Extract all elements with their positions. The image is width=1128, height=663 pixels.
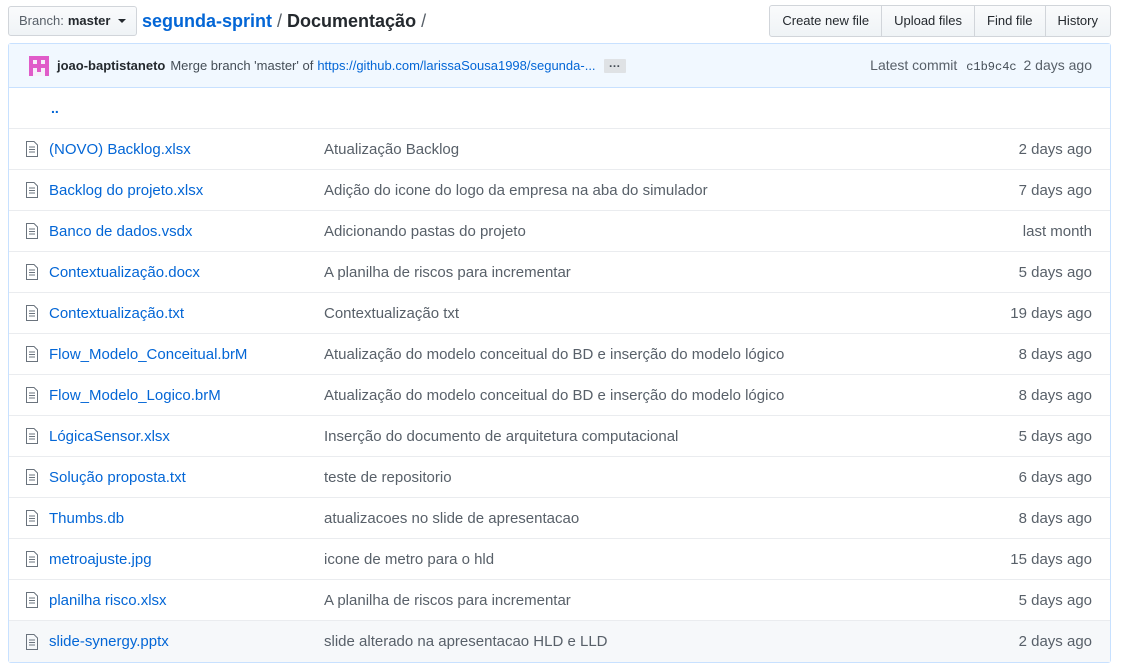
file-commit-age: last month	[1022, 222, 1092, 240]
file-row: LógicaSensor.xlsx Inserção do documento d…	[9, 416, 1110, 457]
file-name-link[interactable]: LógicaSensor.xlsx	[49, 428, 324, 445]
file-commit-age: 5 days ago	[1018, 427, 1092, 445]
commit-age: 2 days ago	[1023, 57, 1093, 73]
expand-commit-message-button[interactable]: …	[603, 57, 626, 73]
file-commit-age: 2 days ago	[1018, 633, 1092, 650]
file-icon	[26, 469, 40, 485]
file-commit-message-link[interactable]: icone de metro para o hld	[324, 551, 950, 568]
file-name-link[interactable]: Backlog do projeto.xlsx	[49, 182, 324, 199]
find-file-button[interactable]: Find file	[974, 5, 1046, 37]
file-commit-message-link[interactable]: slide alterado na apresentacao HLD e LLD	[324, 633, 950, 650]
file-row: planilha risco.xlsx A planilha de riscos …	[9, 580, 1110, 621]
file-commit-age: 5 days ago	[1018, 591, 1092, 609]
file-row: Contextualização.txt Contextualização txt…	[9, 293, 1110, 334]
breadcrumb-trailing-separator: /	[421, 11, 427, 31]
file-commit-age: 7 days ago	[1018, 181, 1092, 199]
file-name-link[interactable]: slide-synergy.pptx	[49, 633, 324, 650]
breadcrumb: segunda-sprint / Documentação /	[142, 9, 426, 33]
file-commit-age: 15 days ago	[1010, 550, 1092, 568]
parent-directory-row: ..	[9, 88, 1110, 129]
file-icon	[26, 387, 40, 403]
latest-commit-info: Latest commit c1b9c4c 2 days ago	[870, 57, 1092, 74]
file-name-link[interactable]: Flow_Modelo_Conceitual.brM	[49, 346, 324, 363]
file-icon	[26, 305, 40, 321]
file-commit-message-link[interactable]: Adição do icone do logo da empresa na ab…	[324, 182, 950, 199]
file-name-link[interactable]: Contextualização.txt	[49, 305, 324, 322]
file-commit-message-link[interactable]: A planilha de riscos para incrementar	[324, 264, 950, 281]
file-commit-age: 2 days ago	[1018, 140, 1092, 158]
file-name-link[interactable]: (NOVO) Backlog.xlsx	[49, 141, 324, 158]
file-icon	[26, 182, 40, 198]
caret-down-icon	[118, 19, 127, 23]
parent-directory-link[interactable]: ..	[51, 100, 59, 116]
commit-author-link[interactable]: joao-baptistaneto	[57, 58, 165, 73]
file-commit-message-link[interactable]: Atualização do modelo conceitual do BD e…	[324, 387, 950, 404]
file-commit-message-link[interactable]: A planilha de riscos para incrementar	[324, 592, 950, 609]
file-row: Flow_Modelo_Logico.brM Atualização do mod…	[9, 375, 1110, 416]
branch-name: master	[67, 13, 111, 28]
file-name-link[interactable]: Contextualização.docx	[49, 264, 324, 281]
file-row: Thumbs.db atualizacoes no slide de aprese…	[9, 498, 1110, 539]
file-commit-age: 5 days ago	[1018, 263, 1092, 281]
file-commit-message-link[interactable]: Adicionando pastas do projeto	[324, 223, 950, 240]
upload-files-button[interactable]: Upload files	[881, 5, 976, 37]
commit-message-link[interactable]: https://github.com/larissaSousa1998/segu…	[317, 58, 595, 73]
file-icon	[26, 551, 40, 567]
latest-commit-bar: joao-baptistaneto Merge branch 'master' …	[9, 44, 1110, 88]
breadcrumb-current-folder: Documentação	[287, 11, 417, 31]
file-commit-message-link[interactable]: Atualização Backlog	[324, 141, 950, 158]
file-commit-age: 8 days ago	[1018, 509, 1092, 527]
file-list: joao-baptistaneto Merge branch 'master' …	[8, 43, 1111, 663]
file-row: Banco de dados.vsdx Adicionando pastas do…	[9, 211, 1110, 252]
file-row: Solução proposta.txt teste de repositorio…	[9, 457, 1110, 498]
history-button[interactable]: History	[1044, 5, 1111, 37]
file-commit-message-link[interactable]: atualizacoes no slide de apresentacao	[324, 510, 950, 527]
file-row: slide-synergy.pptx slide alterado na apre…	[9, 621, 1110, 662]
create-new-file-button[interactable]: Create new file	[769, 5, 883, 37]
file-commit-age: 6 days ago	[1018, 468, 1092, 486]
commit-sha-link[interactable]: c1b9c4c	[966, 60, 1016, 74]
file-icon	[26, 592, 40, 608]
file-icon	[26, 223, 40, 239]
breadcrumb-repo-link[interactable]: segunda-sprint	[142, 9, 272, 33]
file-commit-age: 8 days ago	[1018, 345, 1092, 363]
file-icon	[26, 633, 40, 650]
latest-commit-label: Latest commit	[870, 57, 958, 73]
file-name-link[interactable]: Flow_Modelo_Logico.brM	[49, 387, 324, 404]
file-icon	[26, 510, 40, 526]
file-commit-message-link[interactable]: Atualização do modelo conceitual do BD e…	[324, 346, 950, 363]
file-icon	[26, 428, 40, 444]
branch-prefix-label: Branch:	[19, 13, 64, 28]
file-row: Flow_Modelo_Conceitual.brM Atualização do…	[9, 334, 1110, 375]
file-name-link[interactable]: Solução proposta.txt	[49, 469, 324, 486]
file-row: Backlog do projeto.xlsx Adição do icone d…	[9, 170, 1110, 211]
file-row: (NOVO) Backlog.xlsx Atualização Backlog 2 …	[9, 129, 1110, 170]
file-commit-message-link[interactable]: Contextualização txt	[324, 305, 950, 322]
file-commit-message-link[interactable]: Inserção do documento de arquitetura com…	[324, 428, 950, 445]
file-navigation: Branch: master segunda-sprint / Document…	[8, 5, 1111, 37]
file-actions: Create new file Upload files Find file H…	[769, 5, 1111, 37]
file-commit-message-link[interactable]: teste de repositorio	[324, 469, 950, 486]
file-commit-age: 8 days ago	[1018, 386, 1092, 404]
file-icon	[26, 346, 40, 362]
file-commit-age: 19 days ago	[1010, 304, 1092, 322]
branch-select-button[interactable]: Branch: master	[8, 6, 138, 36]
file-row: metroajuste.jpg icone de metro para o hld…	[9, 539, 1110, 580]
avatar[interactable]	[29, 55, 49, 76]
file-name-link[interactable]: planilha risco.xlsx	[49, 592, 324, 609]
file-name-link[interactable]: Thumbs.db	[49, 510, 324, 527]
file-rows: (NOVO) Backlog.xlsx Atualização Backlog 2 …	[9, 129, 1110, 662]
file-icon	[26, 141, 40, 157]
breadcrumb-separator: /	[277, 11, 283, 31]
file-row: Contextualização.docx A planilha de risco…	[9, 252, 1110, 293]
file-name-link[interactable]: Banco de dados.vsdx	[49, 223, 324, 240]
commit-message[interactable]: Merge branch 'master' of	[170, 58, 313, 73]
file-name-link[interactable]: metroajuste.jpg	[49, 551, 324, 568]
file-icon	[26, 264, 40, 280]
